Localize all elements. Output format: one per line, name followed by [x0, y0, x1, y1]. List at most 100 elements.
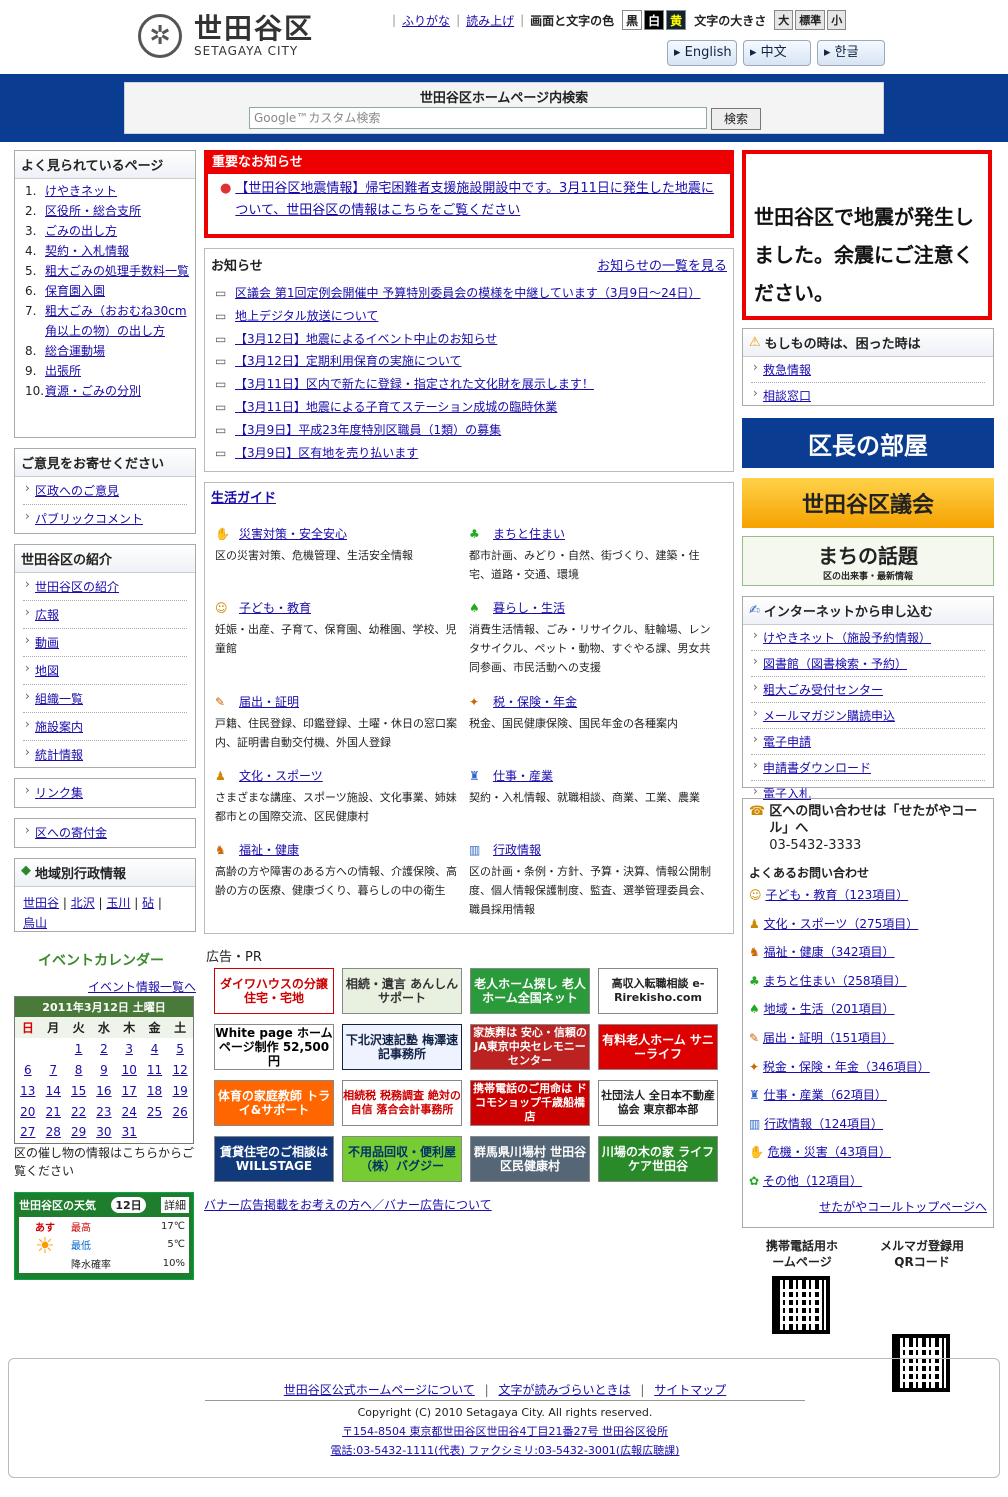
public-comment-link[interactable]: パブリックコメント: [35, 512, 143, 526]
assembly-banner[interactable]: 世田谷区議会: [742, 478, 994, 528]
region-link[interactable]: 玉川: [106, 896, 130, 910]
ad-banner[interactable]: White page ホームページ制作 52,500円: [214, 1024, 334, 1070]
calendar-day[interactable]: 8: [66, 1059, 91, 1080]
calendar-day[interactable]: 3: [117, 1038, 142, 1059]
popular-link[interactable]: 資源・ごみの分別: [45, 381, 141, 401]
read-aloud-link[interactable]: 読み上げ: [466, 12, 514, 29]
color-black-button[interactable]: 黒: [622, 10, 643, 30]
contact-link[interactable]: 電話:03-5432-1111(代表) ファクシミリ:03-5432-3001(…: [331, 1444, 680, 1457]
calendar-day[interactable]: 15: [66, 1080, 91, 1101]
calendar-day[interactable]: 16: [91, 1080, 116, 1101]
calendar-day[interactable]: 18: [142, 1080, 167, 1101]
event-list-link[interactable]: イベント情報一覧へ: [88, 978, 196, 995]
guide-link[interactable]: 福祉・健康: [239, 841, 299, 858]
faq-link[interactable]: 届出・証明（151項目）: [763, 1031, 894, 1045]
news-link[interactable]: 地上デジタル放送について: [235, 305, 378, 328]
ad-banner[interactable]: 有料老人ホーム サニーライフ: [598, 1024, 718, 1070]
online-link[interactable]: 申請書ダウンロード: [763, 761, 871, 775]
online-link[interactable]: 粗大ごみ受付センター: [763, 683, 883, 697]
guide-link[interactable]: 暮らし・生活: [493, 599, 565, 616]
popular-link[interactable]: ごみの出し方: [45, 221, 117, 241]
news-link[interactable]: 【3月9日】区有地を売り払います: [235, 442, 418, 465]
news-link[interactable]: 【3月9日】平成23年度特別区職員（1類）の募集: [235, 419, 501, 442]
calendar-day[interactable]: 13: [15, 1080, 41, 1101]
faq-link[interactable]: 税金・保険・年金（346項目）: [763, 1060, 930, 1074]
ad-banner[interactable]: 不用品回収・便利屋（株）バグジー: [342, 1136, 462, 1182]
emergency-link[interactable]: 救急情報: [763, 363, 811, 377]
region-link[interactable]: 世田谷: [23, 896, 59, 910]
news-link[interactable]: 【3月11日】区内で新たに登録・指定された文化財を展示します！: [235, 373, 594, 396]
calendar-day[interactable]: 4: [142, 1038, 167, 1059]
intro-link[interactable]: 世田谷区の紹介: [35, 580, 119, 594]
intro-link[interactable]: 組織一覧: [35, 692, 83, 706]
ad-banner[interactable]: 老人ホーム探し 老人ホーム全国ネット: [470, 968, 590, 1014]
guide-link[interactable]: 届出・証明: [239, 693, 299, 710]
link-collection-link[interactable]: リンク集: [35, 786, 83, 800]
guide-link[interactable]: 文化・スポーツ: [239, 767, 323, 784]
furigana-link[interactable]: ふりがな: [402, 12, 450, 29]
news-link[interactable]: 区議会 第1回定例会開催中 予算特別委員会の模様を中継しています（3月9日～24…: [235, 282, 700, 305]
faq-link[interactable]: 危機・災害（43項目）: [768, 1145, 891, 1159]
ad-banner[interactable]: 川場の木の家 ライフケア世田谷: [598, 1136, 718, 1182]
about-site-link[interactable]: 世田谷区公式ホームページについて: [284, 1383, 475, 1397]
calendar-day[interactable]: 1: [66, 1038, 91, 1059]
calendar-day[interactable]: 19: [167, 1080, 193, 1101]
ad-banner[interactable]: 相続税 税務調査 絶対の自信 落合会計事務所: [342, 1080, 462, 1126]
calendar-day[interactable]: 29: [66, 1122, 91, 1143]
color-yellow-button[interactable]: 黄: [666, 10, 687, 30]
guide-link[interactable]: 子ども・教育: [239, 599, 311, 616]
news-list-link[interactable]: お知らせの一覧を見る: [597, 255, 727, 274]
calendar-day[interactable]: 11: [142, 1059, 167, 1080]
calendar-day[interactable]: 14: [41, 1080, 66, 1101]
calendar-day[interactable]: 23: [91, 1101, 116, 1122]
banner-ad-info-link[interactable]: バナー広告掲載をお考えの方へ／バナー広告について: [204, 1196, 492, 1213]
ad-banner[interactable]: 賃貸住宅のご相談は WILLSTAGE: [214, 1136, 334, 1182]
news-link[interactable]: 【3月11日】地震による子育てステーション成城の臨時休業: [235, 396, 557, 419]
earthquake-info-link[interactable]: 【世田谷区地震情報】帰宅困難者支援施設開設中です。3月11日に発生した地震につい…: [235, 178, 720, 222]
popular-link[interactable]: 区役所・総合支所: [45, 201, 141, 221]
region-link[interactable]: 烏山: [23, 916, 47, 930]
popular-link[interactable]: 出張所: [45, 361, 81, 381]
size-normal-button[interactable]: 標準: [795, 10, 826, 30]
news-link[interactable]: 【3月12日】定期利用保育の実施について: [235, 350, 462, 373]
ad-banner[interactable]: 高収入転職相談 e-Rirekisho.com: [598, 968, 718, 1014]
calendar-day[interactable]: 26: [167, 1101, 193, 1122]
calendar-day[interactable]: 12: [167, 1059, 193, 1080]
calendar-day[interactable]: 27: [15, 1122, 41, 1143]
ad-banner[interactable]: 下北沢速記塾 梅澤速記事務所: [342, 1024, 462, 1070]
calendar-day[interactable]: 17: [117, 1080, 142, 1101]
intro-link[interactable]: 統計情報: [35, 748, 83, 762]
calendar-day[interactable]: 30: [91, 1122, 116, 1143]
address-link[interactable]: 〒154-8504 東京都世田谷区世田谷4丁目21番27号 世田谷区役所: [342, 1425, 668, 1438]
sitemap-link[interactable]: サイトマップ: [654, 1383, 726, 1397]
ad-banner[interactable]: 家族葬は 安心・信頼の JA東京中央セレモニーセンター: [470, 1024, 590, 1070]
faq-link[interactable]: まちと住まい（258項目）: [764, 974, 907, 988]
size-large-button[interactable]: 大: [774, 10, 794, 30]
life-guide-title[interactable]: 生活ガイド: [211, 491, 276, 506]
faq-link[interactable]: 福祉・健康（342項目）: [764, 945, 895, 959]
intro-link[interactable]: 地図: [35, 664, 59, 678]
mayor-room-banner[interactable]: 区長の部屋: [742, 418, 994, 468]
online-link[interactable]: 電子申請: [763, 735, 811, 749]
guide-link[interactable]: 行政情報: [493, 841, 541, 858]
intro-link[interactable]: 施設案内: [35, 720, 83, 734]
faq-link[interactable]: 行政情報（124項目）: [764, 1117, 883, 1131]
popular-link[interactable]: 契約・入札情報: [45, 241, 129, 261]
lang-korean-button[interactable]: ▸ 한글: [817, 40, 885, 66]
calendar-day[interactable]: 6: [15, 1059, 41, 1080]
intro-link[interactable]: 広報: [35, 608, 59, 622]
guide-link[interactable]: 仕事・産業: [493, 767, 553, 784]
calendar-day[interactable]: 22: [66, 1101, 91, 1122]
calendar-day[interactable]: 9: [91, 1059, 116, 1080]
faq-link[interactable]: 文化・スポーツ（275項目）: [764, 917, 919, 931]
guide-link[interactable]: 災害対策・安全安心: [239, 525, 347, 542]
popular-link[interactable]: 粗大ごみ（おおむね30cm角以上の物）の出し方: [45, 301, 189, 341]
search-input[interactable]: Google™カスタム検索: [249, 107, 707, 129]
faq-link[interactable]: その他（12項目）: [763, 1174, 862, 1188]
donation-link[interactable]: 区への寄付金: [35, 826, 107, 840]
call-top-link[interactable]: せたがやコールトップページへ: [819, 1200, 987, 1214]
calendar-day[interactable]: 10: [117, 1059, 142, 1080]
opinion-link[interactable]: 区政へのご意見: [35, 484, 119, 498]
popular-link[interactable]: 保育園入園: [45, 281, 105, 301]
calendar-day[interactable]: 2: [91, 1038, 116, 1059]
